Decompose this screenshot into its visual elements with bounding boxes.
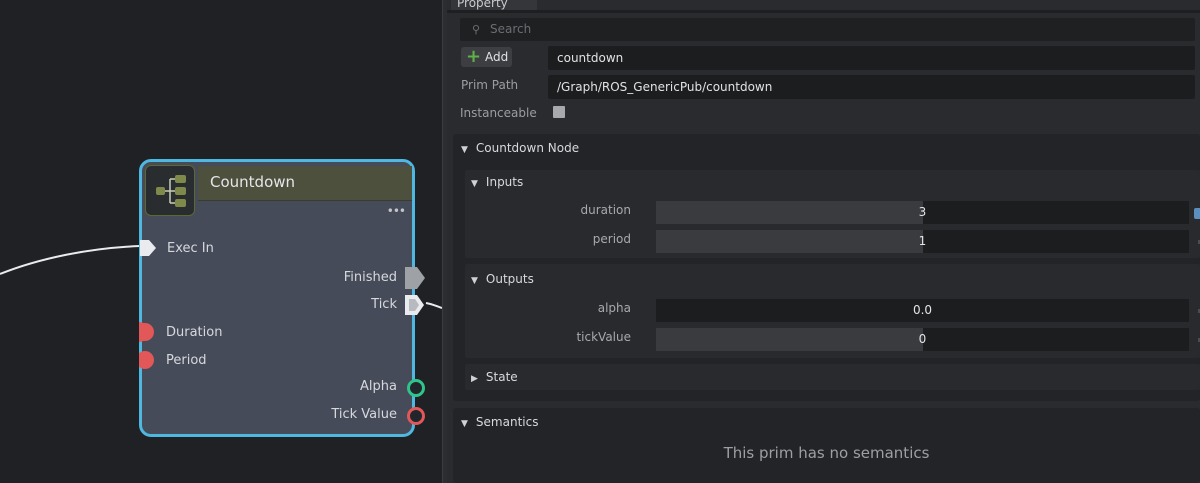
outputs-header[interactable]: ▼ Outputs (471, 272, 534, 286)
semantics-title: Semantics (475, 415, 539, 429)
add-button-label: Add (485, 50, 509, 64)
node-type-icon (145, 165, 195, 216)
countdown-node[interactable]: Countdown ••• Exec In Duration Period Fi… (139, 159, 425, 437)
collapse-triangle-icon: ▼ (471, 179, 478, 189)
output-label-finished: Finished (343, 270, 397, 285)
output-label-tick-value: Tick Value (331, 407, 397, 422)
wire-exec-in (0, 245, 141, 275)
property-panel: Property ⚲ Search + Add countdown Prim P… (447, 0, 1200, 483)
input-label-duration: Duration (166, 325, 223, 340)
node-menu-icon[interactable]: ••• (387, 204, 406, 218)
period-pin[interactable] (139, 350, 157, 370)
countdown-node-section: ▼ Countdown Node ▼ Inputs duration 3 perio… (453, 134, 1200, 401)
collapse-triangle-icon: ▼ (461, 145, 468, 155)
tick-value-pin[interactable] (406, 406, 426, 426)
state-header[interactable]: ▶ State (471, 370, 518, 384)
state-group: ▶ State (465, 364, 1200, 390)
alpha-pin[interactable] (406, 378, 426, 398)
graph-canvas[interactable]: Countdown ••• Exec In Duration Period Fi… (0, 0, 442, 483)
input-label-period: Period (166, 353, 207, 368)
outputs-title: Outputs (485, 272, 534, 286)
tick-value-value: 0 (918, 332, 927, 346)
tab-bar-divider (447, 10, 1200, 13)
search-icon: ⚲ (472, 23, 481, 36)
semantics-section: ▼ Semantics This prim has no semantics (453, 408, 1200, 483)
duration-keyframe-indicator[interactable] (1194, 208, 1200, 219)
search-placeholder: Search (490, 22, 532, 36)
countdown-node-header[interactable]: ▼ Countdown Node (461, 141, 579, 155)
state-title: State (485, 370, 518, 384)
expand-triangle-icon: ▶ (471, 374, 478, 384)
output-label-alpha: Alpha (360, 379, 397, 394)
collapse-triangle-icon: ▼ (461, 419, 468, 429)
add-button[interactable]: + Add (461, 46, 512, 67)
instanceable-checkbox[interactable] (553, 106, 565, 118)
exec-in-pin[interactable] (139, 239, 157, 257)
inputs-header[interactable]: ▼ Inputs (471, 175, 523, 189)
duration-value: 3 (918, 205, 927, 219)
alpha-value: 0.0 (912, 303, 933, 317)
finished-pin[interactable] (404, 266, 426, 290)
instanceable-label: Instanceable (460, 106, 537, 120)
node-header: Countdown (198, 166, 412, 201)
duration-slider[interactable]: 3 (656, 201, 1189, 224)
alpha-label: alpha (597, 301, 631, 315)
plus-icon: + (466, 46, 482, 67)
period-value: 1 (918, 234, 927, 248)
tick-pin[interactable] (404, 294, 426, 316)
collapse-triangle-icon: ▼ (471, 276, 478, 286)
wire-tick-out (425, 302, 442, 309)
duration-pin[interactable] (139, 322, 157, 342)
semantics-header[interactable]: ▼ Semantics (461, 415, 538, 429)
alpha-slider[interactable]: 0.0 (656, 299, 1189, 322)
countdown-node-title: Countdown Node (475, 141, 580, 155)
period-label: period (592, 232, 631, 246)
tick-value-slider[interactable]: 0 (656, 328, 1189, 351)
prim-path-field[interactable]: /Graph/ROS_GenericPub/countdown (548, 75, 1195, 99)
semantics-empty-message: This prim has no semantics (723, 444, 930, 462)
tab-property[interactable]: Property (451, 0, 537, 10)
period-slider[interactable]: 1 (656, 230, 1189, 253)
outputs-group: ▼ Outputs alpha 0.0 tickValue 0 (465, 264, 1200, 358)
inputs-title: Inputs (485, 175, 524, 189)
inputs-group: ▼ Inputs duration 3 period 1 (465, 170, 1200, 258)
node-title: Countdown (210, 173, 296, 191)
input-label-exec-in: Exec In (167, 241, 214, 256)
prim-name-field[interactable]: countdown (548, 46, 1195, 70)
output-label-tick: Tick (371, 297, 397, 312)
tick-value-label: tickValue (576, 330, 631, 344)
prim-path-label: Prim Path (461, 78, 519, 92)
duration-label: duration (580, 203, 632, 217)
search-input[interactable]: ⚲ Search (460, 18, 1195, 41)
